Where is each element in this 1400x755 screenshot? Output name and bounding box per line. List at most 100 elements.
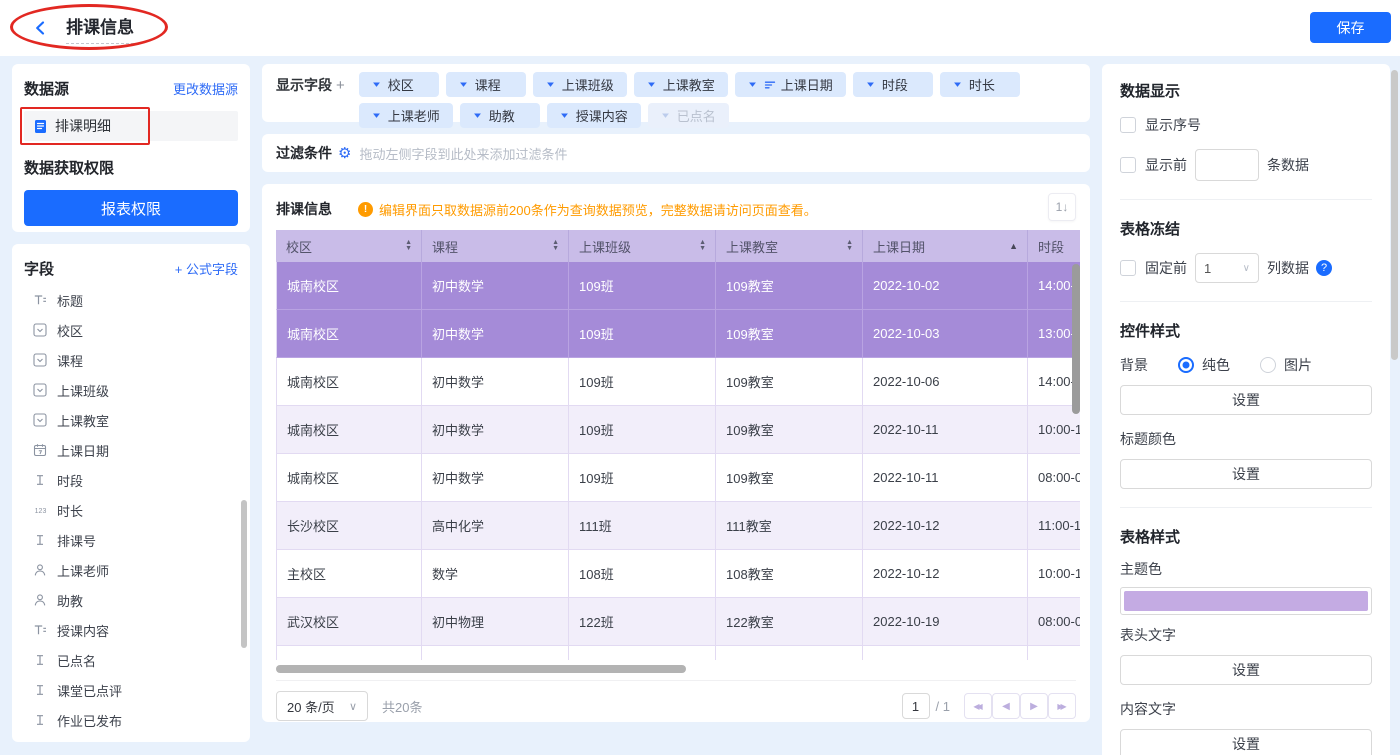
field-item[interactable]: 助教 <box>24 585 238 615</box>
field-item[interactable]: 授课内容 <box>24 615 238 645</box>
display-field-chip[interactable]: 课程 <box>446 72 526 97</box>
sort-order-button[interactable]: 1↓ <box>1048 193 1076 221</box>
show-first-prefix: 显示前 <box>1145 155 1187 175</box>
field-item[interactable]: 已点名 <box>24 645 238 675</box>
display-field-chip[interactable]: 已点名 <box>648 103 729 128</box>
text-icon <box>32 713 48 727</box>
field-item[interactable]: 上课教室 <box>24 405 238 435</box>
field-item[interactable]: 作业已发布 <box>24 705 238 735</box>
field-item[interactable]: 上课班级 <box>24 375 238 405</box>
field-item[interactable]: 时段 <box>24 465 238 495</box>
table-cell: 初中数学 <box>422 454 569 502</box>
datasource-item[interactable]: 排课明细 <box>24 111 238 141</box>
display-field-chip[interactable]: 时段 <box>853 72 933 97</box>
column-header[interactable]: 时段 <box>1028 230 1080 262</box>
page-nav-buttons: ◀◀◀▶▶▶ <box>964 693 1076 719</box>
current-page-input[interactable]: 1 <box>902 693 930 719</box>
double-left-page-button[interactable]: ◀◀ <box>964 693 992 719</box>
double-right-page-button[interactable]: ▶▶ <box>1048 693 1076 719</box>
change-datasource-link[interactable]: 更改数据源 <box>173 79 238 98</box>
display-field-chip[interactable]: 上课老师 <box>359 103 453 128</box>
table-cell: 主校区 <box>276 550 422 598</box>
caret-down-icon <box>647 80 656 89</box>
field-item[interactable]: 课堂已点评 <box>24 675 238 705</box>
chip-label: 上课日期 <box>781 75 833 94</box>
display-field-chip[interactable]: 校区 <box>359 72 439 97</box>
field-item-label: 课程 <box>57 351 83 370</box>
content-text-setting-button[interactable]: 设置 <box>1120 729 1372 755</box>
show-index-checkbox[interactable] <box>1120 117 1136 133</box>
display-field-chip[interactable]: 上课日期 <box>735 72 846 97</box>
report-permission-button[interactable]: 报表权限 <box>24 190 238 226</box>
sort-icon[interactable]: ▲▼ <box>846 240 853 252</box>
sort-icon[interactable]: ▲▼ <box>405 240 412 252</box>
left-page-button[interactable]: ◀ <box>992 693 1020 719</box>
table-cell: 08:00-0 <box>1028 454 1080 502</box>
freeze-count-select[interactable]: 1 ∨ <box>1195 253 1259 283</box>
header-text-setting-button[interactable]: 设置 <box>1120 655 1372 685</box>
column-header[interactable]: 上课班级▲▼ <box>569 230 716 262</box>
table-row[interactable]: 城南校区初中数学109班109教室2022-10-1110:00-1 <box>276 406 1080 454</box>
display-fields-label-row: 显示字段+ <box>276 72 345 99</box>
right-page-button[interactable]: ▶ <box>1020 693 1048 719</box>
table-row[interactable]: 城南校区初中数学109班109教室2022-10-1108:00-0 <box>276 454 1080 502</box>
save-button[interactable]: 保存 <box>1310 12 1391 43</box>
center-column: 显示字段+ 校区课程上课班级上课教室上课日期时段时长上课老师助教授课内容已点名 … <box>262 64 1090 722</box>
field-item[interactable]: 上课老师 <box>24 555 238 585</box>
field-item[interactable]: 标题 <box>24 285 238 315</box>
column-header[interactable]: 上课教室▲▼ <box>716 230 863 262</box>
theme-color-picker[interactable] <box>1120 587 1372 615</box>
sort-ascending-icon[interactable]: ▲ <box>1009 241 1018 251</box>
page-size-select[interactable]: 20 条/页 ∨ <box>276 691 368 721</box>
back-icon[interactable] <box>32 19 50 37</box>
field-item[interactable]: 排课号 <box>24 525 238 555</box>
field-item-label: 作业已发布 <box>57 711 122 730</box>
title-color-setting-button[interactable]: 设置 <box>1120 459 1372 489</box>
table-cell: 城南校区 <box>276 358 422 406</box>
table-cell: 初中数学 <box>422 310 569 358</box>
freeze-checkbox[interactable] <box>1120 260 1136 276</box>
question-circle-icon[interactable]: ? <box>1316 260 1332 276</box>
column-header[interactable]: 课程▲▼ <box>422 230 569 262</box>
display-field-chip[interactable]: 授课内容 <box>547 103 641 128</box>
total-pages-label: / 1 <box>936 699 950 714</box>
background-setting-button[interactable]: 设置 <box>1120 385 1372 415</box>
chevron-down-icon: ∨ <box>1243 263 1250 274</box>
table-row[interactable]: 城南校区初中数学109班109教室2022-10-0614:00-1 <box>276 358 1080 406</box>
table-row-partial <box>276 646 1080 660</box>
table-row[interactable]: 武汉校区初中物理122班122教室2022-10-1908:00-0 <box>276 598 1080 646</box>
select-icon <box>32 413 48 427</box>
chip-label: 上课老师 <box>388 106 440 125</box>
add-display-field-button[interactable]: + <box>336 77 345 94</box>
column-header[interactable]: 上课日期▲ <box>863 230 1028 262</box>
column-header[interactable]: 校区▲▼ <box>276 230 422 262</box>
show-first-checkbox[interactable] <box>1120 157 1136 173</box>
table-vertical-scrollbar-thumb[interactable] <box>1072 264 1080 414</box>
page-scrollbar-thumb[interactable] <box>1391 70 1398 360</box>
table-row[interactable]: 长沙校区高中化学111班111教室2022-10-1211:00-1 <box>276 502 1080 550</box>
table-cell: 武汉校区 <box>276 598 422 646</box>
table-row[interactable]: 主校区数学108班108教室2022-10-1210:00-1 <box>276 550 1080 598</box>
display-field-chip[interactable]: 上课教室 <box>634 72 728 97</box>
image-radio[interactable] <box>1260 357 1276 373</box>
sort-icon[interactable]: ▲▼ <box>552 240 559 252</box>
fields-scrollbar-thumb[interactable] <box>241 500 247 648</box>
display-field-chip[interactable]: 时长 <box>940 72 1020 97</box>
sort-icon[interactable]: ▲▼ <box>699 240 706 252</box>
display-field-chip[interactable]: 上课班级 <box>533 72 627 97</box>
field-item[interactable]: 上课日期 <box>24 435 238 465</box>
add-formula-field-link[interactable]: + 公式字段 <box>175 259 238 278</box>
solid-color-radio[interactable] <box>1178 357 1194 373</box>
field-item[interactable]: 123时长 <box>24 495 238 525</box>
field-item[interactable]: 课程 <box>24 345 238 375</box>
gear-icon[interactable]: ⚙ <box>338 146 351 161</box>
field-item-label: 授课内容 <box>57 621 109 640</box>
show-first-input[interactable] <box>1195 149 1259 181</box>
table-row[interactable]: 城南校区初中数学109班109教室2022-10-0214:00-1 <box>276 262 1080 310</box>
table-horizontal-scrollbar-thumb[interactable] <box>276 665 686 673</box>
display-field-chip[interactable]: 助教 <box>460 103 540 128</box>
pager-controls: 1 / 1 ◀◀◀▶▶▶ <box>902 693 1076 719</box>
field-item[interactable]: 校区 <box>24 315 238 345</box>
filter-drop-placeholder[interactable]: 拖动左侧字段到此处来添加过滤条件 <box>359 144 567 163</box>
table-row[interactable]: 城南校区初中数学109班109教室2022-10-0313:00-1 <box>276 310 1080 358</box>
